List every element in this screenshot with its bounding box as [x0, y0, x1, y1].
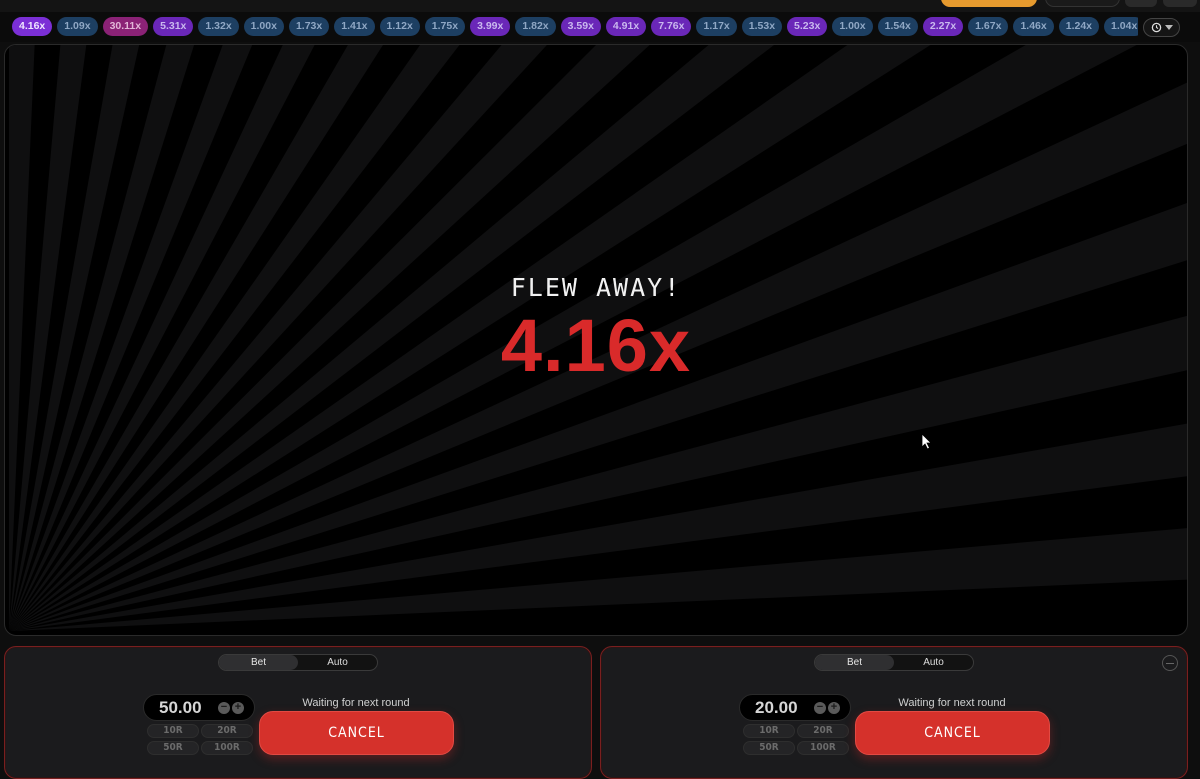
bet-amount-value[interactable]: 20.00	[755, 698, 798, 718]
quick-amount-button[interactable]: 100R	[201, 741, 253, 755]
tab-bet[interactable]: Bet	[815, 655, 894, 670]
quick-amount-button[interactable]: 20R	[201, 724, 253, 738]
tab-auto[interactable]: Auto	[894, 655, 973, 670]
bet-amount-value[interactable]: 50.00	[159, 698, 202, 718]
history-multiplier-pill[interactable]: 4.16x	[12, 17, 53, 36]
tab-auto[interactable]: Auto	[298, 655, 377, 670]
increase-amount-icon[interactable]: +	[232, 702, 244, 714]
round-status-label: FLEW AWAY!	[510, 273, 682, 302]
bet-mode-toggle: Bet Auto	[218, 654, 378, 671]
game-canvas: FLEW AWAY! 4.16x	[4, 44, 1188, 636]
top-header-bar	[0, 0, 1200, 12]
history-multiplier-pill[interactable]: 1.00x	[243, 17, 284, 36]
history-multiplier-pill[interactable]: 1.46x	[1013, 17, 1054, 36]
mouse-cursor-icon	[921, 433, 932, 450]
history-multiplier-pill[interactable]: 5.31x	[153, 17, 194, 36]
quick-amount-button[interactable]: 50R	[743, 741, 795, 755]
history-multiplier-pill[interactable]: 1.73x	[288, 17, 330, 36]
bet-status-text: Waiting for next round	[302, 697, 410, 709]
multiplier-history-bar: 4.16x 1.09x 30.11x 5.31x 1.32x 1.00x 1.73x 1.41…	[0, 12, 1200, 42]
remove-bet-panel-button[interactable]	[1162, 655, 1178, 671]
crash-multiplier: 4.16x	[500, 304, 692, 387]
quick-amount-button[interactable]: 10R	[147, 724, 199, 738]
bet-amount-input[interactable]: 50.00 − +	[143, 694, 255, 721]
increase-amount-icon[interactable]: +	[828, 702, 840, 714]
history-multiplier-pill[interactable]: 3.99x	[470, 17, 511, 36]
quick-amount-button[interactable]: 100R	[797, 741, 849, 755]
decrease-amount-icon[interactable]: −	[814, 702, 826, 714]
history-multiplier-pill[interactable]: 1.82x	[515, 17, 556, 36]
history-multiplier-pill[interactable]: 1.12x	[379, 17, 420, 36]
history-multiplier-pill[interactable]: 4.91x	[605, 17, 647, 36]
history-multiplier-pill[interactable]: 1.67x	[968, 17, 1009, 36]
history-multiplier-pill[interactable]: 1.41x	[334, 17, 375, 36]
multiplier-history-list: 4.16x 1.09x 30.11x 5.31x 1.32x 1.00x 1.73x 1.41…	[12, 17, 1138, 37]
cancel-bet-button[interactable]: CANCEL	[259, 711, 454, 755]
history-multiplier-pill[interactable]: 1.75x	[424, 17, 466, 36]
balance-display	[1045, 0, 1120, 7]
history-multiplier-pill[interactable]: 1.04x	[1104, 17, 1138, 36]
minus-icon	[1166, 662, 1174, 664]
history-multiplier-pill[interactable]: 1.17x	[696, 17, 737, 36]
cancel-bet-button[interactable]: CANCEL	[855, 711, 1050, 755]
history-multiplier-pill[interactable]: 1.54x	[877, 17, 918, 36]
history-multiplier-pill[interactable]: 1.24x	[1058, 17, 1100, 36]
menu-button[interactable]	[1125, 0, 1157, 7]
bet-panel-1: Bet Auto 50.00 − + 10R 20R 50R 100R Wait…	[4, 646, 592, 779]
quick-amount-button[interactable]: 10R	[743, 724, 795, 738]
history-multiplier-pill[interactable]: 3.59x	[560, 17, 601, 36]
history-multiplier-pill[interactable]: 5.23x	[787, 17, 828, 36]
bet-panel-2: Bet Auto 20.00 − + 10R 20R 50R 100R Wait…	[600, 646, 1188, 779]
chat-button[interactable]	[1163, 0, 1197, 7]
history-multiplier-pill[interactable]: 1.53x	[741, 17, 783, 36]
bet-mode-toggle: Bet Auto	[814, 654, 974, 671]
history-multiplier-pill[interactable]: 1.32x	[198, 17, 239, 36]
history-multiplier-pill[interactable]: 1.00x	[832, 17, 873, 36]
history-toggle-button[interactable]	[1143, 18, 1180, 37]
deposit-button[interactable]	[941, 0, 1037, 7]
quick-amount-button[interactable]: 50R	[147, 741, 199, 755]
tab-bet[interactable]: Bet	[219, 655, 298, 670]
history-multiplier-pill[interactable]: 30.11x	[102, 17, 149, 36]
bet-amount-input[interactable]: 20.00 − +	[739, 694, 851, 721]
bet-status-text: Waiting for next round	[898, 697, 1006, 709]
chevron-down-icon	[1164, 24, 1173, 30]
history-multiplier-pill[interactable]: 1.09x	[57, 17, 98, 36]
quick-amount-button[interactable]: 20R	[797, 724, 849, 738]
history-multiplier-pill[interactable]: 7.76x	[651, 17, 692, 36]
decrease-amount-icon[interactable]: −	[218, 702, 230, 714]
history-multiplier-pill[interactable]: 2.27x	[922, 17, 964, 36]
history-clock-icon	[1151, 22, 1161, 33]
